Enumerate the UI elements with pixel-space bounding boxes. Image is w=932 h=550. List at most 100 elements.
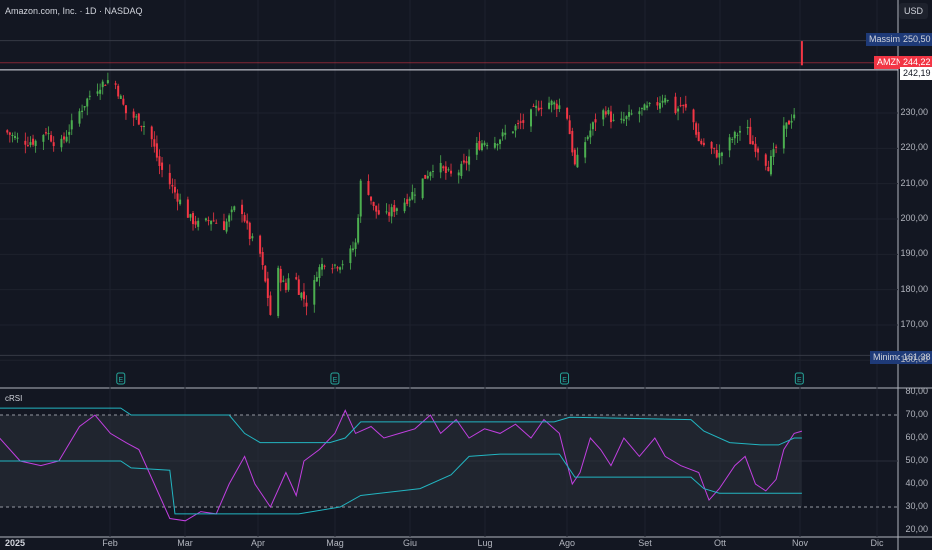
candle-body bbox=[228, 215, 231, 222]
candle-body bbox=[282, 280, 285, 282]
rsi-tick-label: 70,00 bbox=[905, 409, 928, 419]
candle-body bbox=[480, 143, 483, 151]
candle-body bbox=[421, 178, 424, 199]
candle-body bbox=[664, 98, 667, 103]
candle-body bbox=[426, 175, 429, 179]
candle-body bbox=[439, 162, 442, 173]
price-tick-label: 210,00 bbox=[900, 177, 928, 188]
rsi-tick-label: 20,00 bbox=[905, 524, 928, 534]
candle-body bbox=[155, 143, 158, 158]
candle-body bbox=[465, 161, 468, 164]
candle-body bbox=[266, 278, 269, 299]
candle-body bbox=[135, 116, 138, 118]
candle-body bbox=[106, 80, 109, 84]
candle-body bbox=[137, 113, 140, 125]
candle-body bbox=[241, 204, 244, 215]
candle-body bbox=[640, 107, 643, 109]
price-tick-label: 190,00 bbox=[900, 248, 928, 259]
candle-body bbox=[81, 110, 84, 112]
candle-body bbox=[411, 191, 414, 200]
candle-body bbox=[114, 83, 117, 85]
candle-body bbox=[648, 102, 651, 104]
candle-body bbox=[566, 108, 569, 119]
candle-body bbox=[140, 125, 143, 127]
candle-body bbox=[29, 142, 32, 145]
candle-body bbox=[370, 196, 373, 201]
candle-body bbox=[96, 91, 99, 94]
candle-body bbox=[751, 141, 754, 145]
candle-body bbox=[442, 166, 445, 169]
candle-body bbox=[161, 162, 164, 170]
candle-body bbox=[746, 126, 749, 129]
candle-body bbox=[65, 136, 68, 142]
candle-body bbox=[625, 116, 628, 120]
candle-body bbox=[32, 138, 35, 145]
chart-canvas[interactable]: EEEE bbox=[0, 0, 932, 550]
candle-body bbox=[68, 131, 71, 135]
candle-body bbox=[638, 111, 641, 115]
candle-body bbox=[313, 280, 316, 305]
price-tick-label: 200,00 bbox=[900, 212, 928, 223]
candle-body bbox=[47, 133, 50, 135]
candle-body bbox=[486, 144, 489, 146]
candle-body bbox=[8, 132, 11, 135]
rsi-tick-label: 80,00 bbox=[905, 386, 928, 396]
candle-body bbox=[305, 302, 308, 307]
candle-body bbox=[408, 198, 411, 201]
candle-body bbox=[277, 267, 280, 317]
candle-body bbox=[88, 95, 91, 97]
candle-body bbox=[16, 137, 19, 139]
candle-body bbox=[713, 147, 716, 149]
candle-body bbox=[431, 170, 434, 172]
earnings-icon-label: E bbox=[333, 377, 338, 384]
candle-body bbox=[269, 295, 272, 315]
candle-body bbox=[207, 220, 210, 222]
candle-body bbox=[70, 120, 73, 130]
candle-body bbox=[537, 107, 540, 111]
candle-body bbox=[302, 291, 305, 300]
candle-body bbox=[514, 125, 517, 131]
candle-body bbox=[764, 154, 767, 166]
candle-body bbox=[14, 136, 16, 139]
currency-button[interactable]: USD bbox=[898, 3, 928, 19]
candle-body bbox=[251, 236, 254, 239]
candle-body bbox=[173, 186, 176, 193]
candle-body bbox=[318, 267, 321, 278]
candle-body bbox=[122, 98, 125, 105]
candle-body bbox=[336, 267, 339, 269]
candle-body bbox=[194, 221, 197, 225]
candle-body bbox=[695, 123, 698, 135]
candle-body bbox=[24, 140, 27, 145]
candle-body bbox=[720, 152, 723, 156]
candle-body bbox=[607, 110, 610, 115]
candle-body bbox=[315, 277, 318, 282]
candle-body bbox=[612, 119, 615, 121]
time-tick-label: Apr bbox=[250, 538, 266, 548]
candle-body bbox=[782, 125, 785, 149]
candle-body bbox=[385, 211, 388, 213]
chart-title: Amazon.com, Inc. · 1D · NASDAQ bbox=[5, 6, 143, 16]
candle-body bbox=[757, 148, 760, 153]
candle-body bbox=[44, 132, 47, 134]
candle-body bbox=[733, 131, 736, 139]
candle-body bbox=[540, 107, 543, 110]
candle-body bbox=[179, 199, 182, 205]
candle-body bbox=[204, 218, 207, 221]
candle-body bbox=[584, 142, 587, 158]
candle-body bbox=[168, 172, 171, 185]
candle-body bbox=[715, 150, 718, 158]
indicator-title[interactable]: cRSI bbox=[5, 394, 22, 403]
candle-body bbox=[594, 119, 597, 123]
time-tick-label: Lug bbox=[477, 538, 493, 548]
candle-body bbox=[119, 95, 122, 99]
candle-body bbox=[682, 104, 685, 106]
candle-body bbox=[230, 209, 233, 213]
candle-body bbox=[571, 130, 574, 153]
candle-body bbox=[192, 213, 195, 225]
candle-body bbox=[754, 143, 757, 152]
candle-body bbox=[413, 194, 416, 196]
candle-body bbox=[604, 111, 607, 115]
candle-body bbox=[297, 279, 300, 295]
candle-body bbox=[496, 144, 499, 146]
candle-body bbox=[532, 105, 535, 107]
